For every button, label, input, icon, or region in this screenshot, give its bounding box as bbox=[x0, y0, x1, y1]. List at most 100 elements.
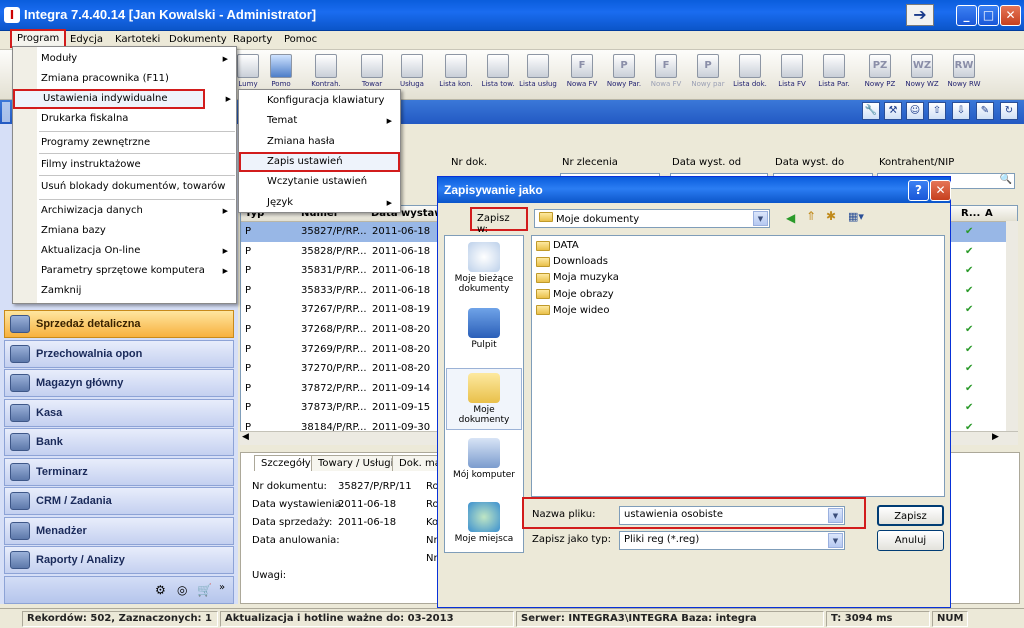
settings-menu-item-5[interactable]: Język ▶ bbox=[239, 193, 400, 213]
program-menu-item-3[interactable]: Drukarka fiskalna bbox=[13, 109, 236, 129]
help-button[interactable]: ? bbox=[908, 180, 929, 201]
nav-item-2[interactable]: Magazyn główny bbox=[4, 369, 234, 397]
toolbar-button-0[interactable]: Kontrah. bbox=[306, 51, 346, 88]
folder-item[interactable]: Moje obrazy bbox=[536, 289, 614, 300]
chevron-down-icon[interactable]: » bbox=[219, 582, 225, 593]
program-menu-item-4[interactable]: Programy zewnętrzne bbox=[13, 133, 236, 153]
program-menu-item-9[interactable]: Aktualizacja On-line ▶ bbox=[13, 241, 236, 261]
nav-item-6[interactable]: CRM / Zadania bbox=[4, 487, 234, 515]
toolbar-button-2[interactable]: Usługa bbox=[392, 51, 432, 88]
toolbar-button-8[interactable]: F Nowa FV bbox=[646, 51, 686, 88]
nav-item-1[interactable]: Przechowalnia opon bbox=[4, 339, 234, 368]
toolbar-pomoc-button[interactable]: Pomo bbox=[264, 51, 298, 88]
maximize-button[interactable]: □ bbox=[978, 5, 999, 26]
edit-icon[interactable]: ✎ bbox=[976, 102, 994, 120]
menu-dokumenty[interactable]: Dokumenty bbox=[165, 33, 231, 46]
column-a[interactable]: A bbox=[985, 208, 993, 219]
nav-item-7[interactable]: Menadżer bbox=[4, 516, 234, 545]
search-icon[interactable]: 🔍 bbox=[1000, 174, 1012, 185]
toolbar-button-7[interactable]: P Nowy Par. bbox=[604, 51, 644, 88]
settings-menu-item-3[interactable]: Zapis ustawień bbox=[239, 151, 400, 172]
filename-input[interactable]: ustawienia osobiste ▼ bbox=[619, 506, 845, 525]
chevron-down-icon[interactable]: ▼ bbox=[753, 211, 768, 226]
folder-item[interactable]: Moja muzyka bbox=[536, 272, 619, 283]
toolbar-button-11[interactable]: Lista FV bbox=[772, 51, 812, 88]
toolbar-button-1[interactable]: Towar bbox=[352, 51, 392, 88]
close-dialog-button[interactable]: ✕ bbox=[930, 180, 951, 201]
tools-icon[interactable]: 🔧 bbox=[862, 102, 880, 120]
tab-szczegoly[interactable]: Szczegóły bbox=[254, 455, 318, 471]
up-folder-icon[interactable]: ⇑ bbox=[806, 209, 816, 223]
settings-menu-item-4[interactable]: Wczytanie ustawień bbox=[239, 172, 400, 192]
toolbar-button-10[interactable]: Lista dok. bbox=[730, 51, 770, 88]
settings-menu-item-2[interactable]: Zmiana hasła bbox=[239, 132, 400, 152]
filter-label-nr-dok: Nr dok. bbox=[451, 157, 488, 168]
nav-item-5[interactable]: Terminarz bbox=[4, 457, 234, 486]
save-in-combo[interactable]: Moje dokumenty ▼ bbox=[534, 209, 770, 228]
chevron-down-icon[interactable]: ▼ bbox=[828, 533, 843, 548]
program-menu-item-1[interactable]: Zmiana pracownika (F11) bbox=[13, 69, 236, 89]
menu-edycja[interactable]: Edycja bbox=[66, 33, 107, 46]
place-my-computer[interactable]: Mój komputer bbox=[446, 434, 522, 496]
place-recent[interactable]: Moje bieżące dokumenty bbox=[446, 238, 522, 300]
grid-vertical-scrollbar[interactable] bbox=[1006, 221, 1018, 431]
help-icon[interactable]: ◎ bbox=[177, 583, 187, 597]
nav-item-3[interactable]: Kasa bbox=[4, 398, 234, 427]
toolbar-partial-button[interactable]: Lumy bbox=[236, 51, 260, 88]
nav-item-0[interactable]: Sprzedaż detaliczna bbox=[4, 310, 234, 338]
export-icon[interactable]: ⇧ bbox=[928, 102, 946, 120]
filter-tools-icon[interactable]: ⚒ bbox=[884, 102, 902, 120]
import-icon[interactable]: ⇩ bbox=[952, 102, 970, 120]
close-window-button[interactable]: ✕ bbox=[1000, 5, 1021, 26]
scroll-right-icon[interactable]: ▶ bbox=[992, 432, 999, 442]
settings-icon[interactable]: ⚙ bbox=[155, 583, 166, 597]
toolbar-button-12[interactable]: Lista Par. bbox=[814, 51, 854, 88]
chevron-down-icon[interactable]: ▼ bbox=[828, 508, 843, 523]
toolbar-button-6[interactable]: F Nowa FV bbox=[562, 51, 602, 88]
toolbar-button-4[interactable]: Lista tow. bbox=[478, 51, 518, 88]
refresh-icon[interactable]: ↻ bbox=[1000, 102, 1018, 120]
program-menu-item-6[interactable]: Usuń blokady dokumentów, towarów bbox=[13, 177, 236, 197]
cell-numer: 35833/P/RP... bbox=[301, 284, 367, 296]
back-icon[interactable]: ◀ bbox=[786, 211, 795, 225]
program-menu-item-8[interactable]: Zmiana bazy bbox=[13, 221, 236, 241]
program-menu-item-5[interactable]: Filmy instruktażowe bbox=[13, 155, 236, 175]
toolbar-button-5[interactable]: Lista usług bbox=[518, 51, 558, 88]
program-menu-item-0[interactable]: Moduły ▶ bbox=[13, 49, 236, 69]
users-icon[interactable]: ☺ bbox=[906, 102, 924, 120]
filetype-select[interactable]: Pliki reg (*.reg) ▼ bbox=[619, 531, 845, 550]
save-button[interactable]: Zapisz bbox=[877, 505, 944, 526]
menu-pomoc[interactable]: Pomoc bbox=[280, 33, 321, 46]
program-menu-item-7[interactable]: Archiwizacja danych ▶ bbox=[13, 201, 236, 221]
toolbar-button-13[interactable]: PZ Nowy PZ bbox=[860, 51, 900, 88]
folder-item[interactable]: Moje wideo bbox=[536, 305, 609, 316]
menu-raporty[interactable]: Raporty bbox=[229, 33, 276, 46]
column-r[interactable]: R... bbox=[961, 208, 980, 219]
new-folder-icon[interactable]: ✱ bbox=[826, 209, 836, 223]
module-header-left-edge bbox=[2, 102, 10, 122]
toolbar-button-9[interactable]: P Nowy par bbox=[688, 51, 728, 88]
folder-item[interactable]: DATA bbox=[536, 240, 579, 251]
forward-arrow-icon[interactable]: ➔ bbox=[906, 4, 934, 26]
cancel-button[interactable]: Anuluj bbox=[877, 530, 944, 551]
nav-item-4[interactable]: Bank bbox=[4, 428, 234, 456]
place-my-documents[interactable]: Moje dokumenty bbox=[446, 368, 522, 430]
view-menu-icon[interactable]: ▦▾ bbox=[848, 210, 864, 223]
menu-kartoteki[interactable]: Kartoteki bbox=[111, 33, 164, 46]
program-menu-item-2[interactable]: Ustawienia indywidualne ▶ bbox=[13, 89, 231, 109]
folder-item[interactable]: Downloads bbox=[536, 256, 608, 267]
toolbar-button-15[interactable]: RW Nowy RW bbox=[944, 51, 984, 88]
toolbar-button-14[interactable]: WZ Nowy WZ bbox=[902, 51, 942, 88]
settings-menu-item-0[interactable]: Konfiguracja klawiatury bbox=[239, 91, 400, 111]
minimize-button[interactable]: _ bbox=[956, 5, 977, 26]
program-menu-item-10[interactable]: Parametry sprzętowe komputera ▶ bbox=[13, 261, 236, 281]
toolbar-button-3[interactable]: Lista kon. bbox=[436, 51, 476, 88]
scroll-left-icon[interactable]: ◀ bbox=[242, 432, 249, 442]
nav-item-8[interactable]: Raporty / Analizy bbox=[4, 546, 234, 574]
settings-menu-item-1[interactable]: Temat ▶ bbox=[239, 111, 400, 131]
place-desktop[interactable]: Pulpit bbox=[446, 304, 522, 366]
tab-towary-uslugi[interactable]: Towary / Usługi bbox=[311, 455, 401, 471]
cart-icon[interactable]: 🛒 bbox=[197, 583, 212, 597]
place-network[interactable]: Moje miejsca bbox=[446, 498, 522, 560]
program-menu-item-11[interactable]: Zamknij bbox=[13, 281, 236, 301]
